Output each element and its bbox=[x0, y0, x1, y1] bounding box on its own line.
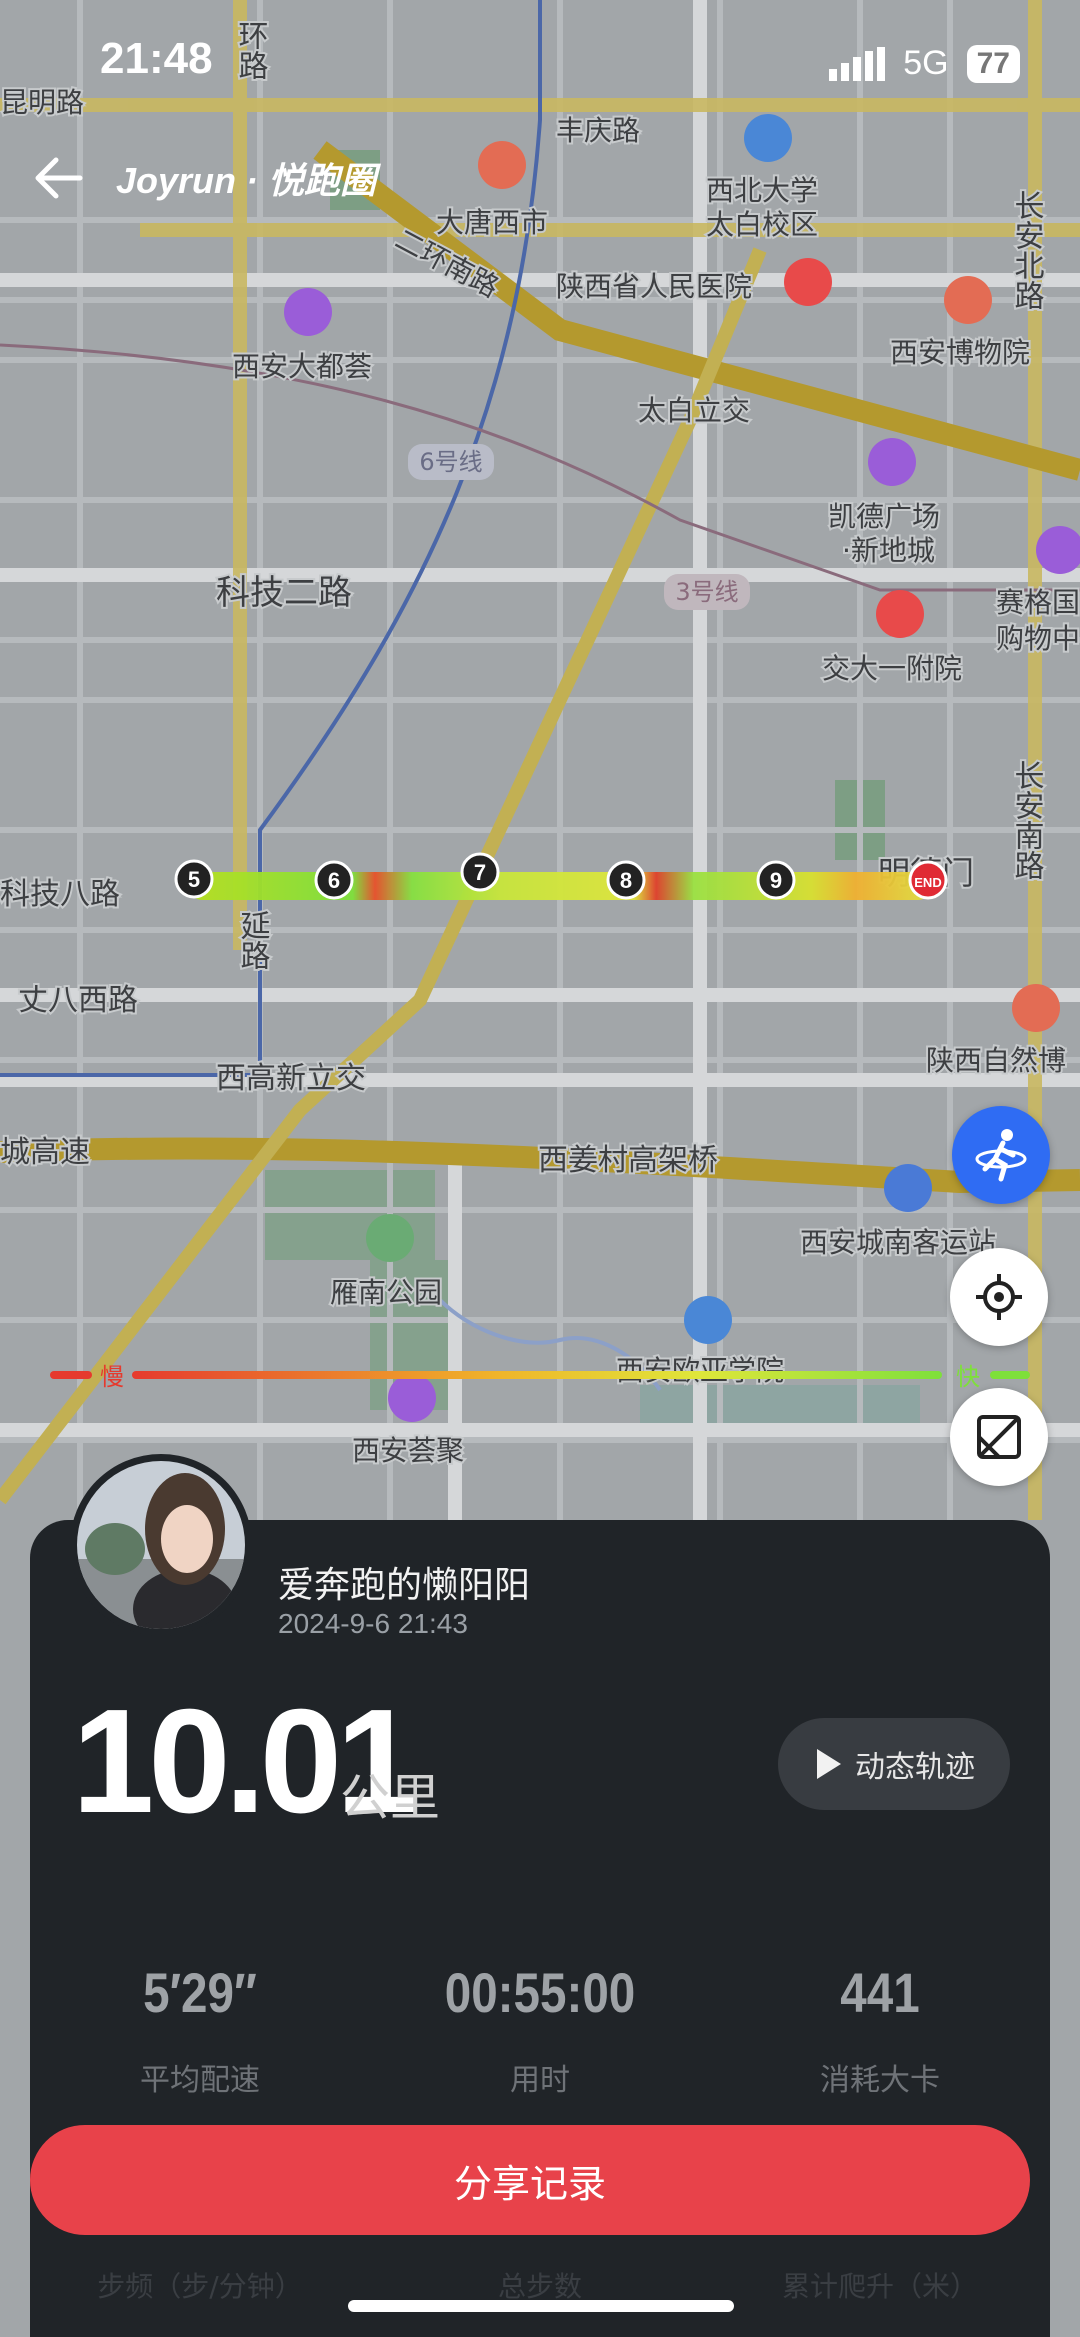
shopping-pin-icon bbox=[868, 438, 916, 486]
run-route bbox=[190, 872, 930, 900]
hospital-pin-icon bbox=[784, 258, 832, 306]
map-label: 城高速 bbox=[0, 1135, 90, 1170]
back-arrow-icon[interactable] bbox=[30, 150, 86, 206]
stat-label: 用时 bbox=[510, 2063, 570, 2098]
school-pin-icon bbox=[744, 114, 792, 162]
stat-duration: 00:55:00 用时 bbox=[370, 1960, 710, 2099]
map-label: 长安南路 bbox=[1009, 760, 1044, 880]
battery-icon: 77 bbox=[966, 44, 1020, 83]
stats-row: 5′29′′ 平均配速 00:55:00 用时 441 消耗大卡 bbox=[30, 1960, 1050, 2099]
stat-pace: 5′29′′ 平均配速 bbox=[30, 1960, 370, 2099]
username: 爱奔跑的懒阳阳 bbox=[278, 1565, 531, 1606]
map-label: 凯德广场 bbox=[828, 500, 940, 533]
museum-pin-icon bbox=[944, 276, 992, 324]
map-label: 太白校区 bbox=[706, 208, 818, 241]
landmark-pin-icon bbox=[478, 141, 526, 189]
crosshair-icon bbox=[976, 1274, 1022, 1320]
end-marker-label: END bbox=[914, 875, 941, 890]
stat-value: 00:55:00 bbox=[444, 1961, 636, 2024]
map-label: 交大一附院 bbox=[822, 652, 962, 685]
brand-logo: Joyrun · 悦跑圈 bbox=[116, 160, 377, 201]
metro-badge: 3号线 bbox=[675, 578, 738, 606]
avatar[interactable] bbox=[70, 1454, 252, 1636]
cadence-label: 步频（步/分钟） bbox=[97, 2270, 303, 2303]
stat-calories: 441 消耗大卡 bbox=[710, 1960, 1050, 2099]
more-stats-row: 步频（步/分钟） 总步数 累计爬升（米） bbox=[30, 2265, 1050, 2305]
map-style-button[interactable] bbox=[950, 1388, 1048, 1486]
status-time: 21:48 bbox=[100, 34, 213, 83]
km-marker-label: 9 bbox=[770, 868, 782, 893]
map-label: 雁南公园 bbox=[330, 1276, 442, 1309]
map-label: 购物中 bbox=[996, 622, 1080, 655]
map-label: 长安北路 bbox=[1009, 190, 1044, 310]
bus-pin-icon bbox=[884, 1164, 932, 1212]
map-label: 科技八路 bbox=[0, 877, 120, 912]
stat-label: 消耗大卡 bbox=[820, 2063, 940, 2098]
pace-slow-label: 慢 bbox=[100, 1363, 124, 1391]
stat-value: 5′29′′ bbox=[143, 1961, 257, 2024]
map-layer-icon bbox=[977, 1415, 1021, 1459]
share-record-button[interactable]: 分享记录 bbox=[30, 2125, 1030, 2235]
shopping-pin-icon bbox=[284, 288, 332, 336]
map-label: 赛格国 bbox=[996, 586, 1080, 619]
map-label: 西安荟聚 bbox=[352, 1434, 464, 1467]
map-label: ·新地城 bbox=[842, 534, 935, 567]
run-datetime: 2024-9-6 21:43 bbox=[278, 1608, 468, 1639]
status-bar: 21:48 5G 77 bbox=[0, 0, 1080, 120]
map-label: 科技二路 bbox=[216, 573, 352, 613]
stat-label: 平均配速 bbox=[140, 2063, 260, 2098]
elevation-label: 累计爬升（米） bbox=[781, 2270, 978, 2303]
km-marker-label: 8 bbox=[620, 868, 632, 893]
map-label: 西安大都荟 bbox=[232, 350, 372, 383]
map-label: 丈八西路 bbox=[18, 983, 138, 1018]
signal-icon bbox=[829, 46, 886, 81]
home-indicator[interactable] bbox=[348, 2300, 734, 2312]
school-pin-icon bbox=[684, 1296, 732, 1344]
map-label: 大唐西市 bbox=[436, 206, 548, 239]
user-photo bbox=[77, 1461, 245, 1629]
park-pin-icon bbox=[366, 1214, 414, 1262]
total-steps-label: 总步数 bbox=[497, 2270, 582, 2303]
hospital-pin-icon bbox=[876, 590, 924, 638]
distance-unit: 公里 bbox=[340, 1769, 440, 1827]
km-marker-label: 7 bbox=[474, 860, 486, 885]
map-label: 西安城南客运站 bbox=[800, 1226, 996, 1259]
map-label: 陕西自然博 bbox=[926, 1044, 1066, 1077]
locate-button[interactable] bbox=[950, 1248, 1048, 1346]
runner-mode-button[interactable] bbox=[952, 1106, 1050, 1204]
stat-value: 441 bbox=[840, 1961, 920, 2024]
pace-fast-label: 快 bbox=[956, 1363, 980, 1391]
play-icon bbox=[817, 1749, 841, 1779]
map-label: 西北大学 bbox=[706, 174, 818, 207]
map-label: 西安博物院 bbox=[890, 336, 1030, 369]
animated-track-label: 动态轨迹 bbox=[855, 1750, 975, 1785]
animated-track-button[interactable]: 动态轨迹 bbox=[778, 1718, 1010, 1810]
map-label: 延路 bbox=[235, 910, 271, 970]
map-label: 西姜村高架桥 bbox=[538, 1143, 718, 1178]
metro-badge: 6号线 bbox=[419, 448, 482, 476]
map-label: 陕西省人民医院 bbox=[556, 270, 752, 303]
map-label: 太白立交 bbox=[638, 394, 750, 427]
app-header: Joyrun · 悦跑圈 bbox=[30, 150, 376, 206]
km-marker-label: 5 bbox=[188, 867, 200, 892]
run-summary-panel: 爱奔跑的懒阳阳 2024-9-6 21:43 10.01 公里 动态轨迹 5′2… bbox=[30, 1454, 1050, 2337]
km-marker-label: 6 bbox=[328, 868, 340, 893]
pace-legend: 慢 快 bbox=[50, 1363, 1030, 1391]
museum-pin-icon bbox=[1012, 984, 1060, 1032]
network-type: 5G bbox=[903, 44, 949, 82]
runner-icon bbox=[975, 1129, 1027, 1182]
map-label: 西高新立交 bbox=[216, 1061, 366, 1096]
